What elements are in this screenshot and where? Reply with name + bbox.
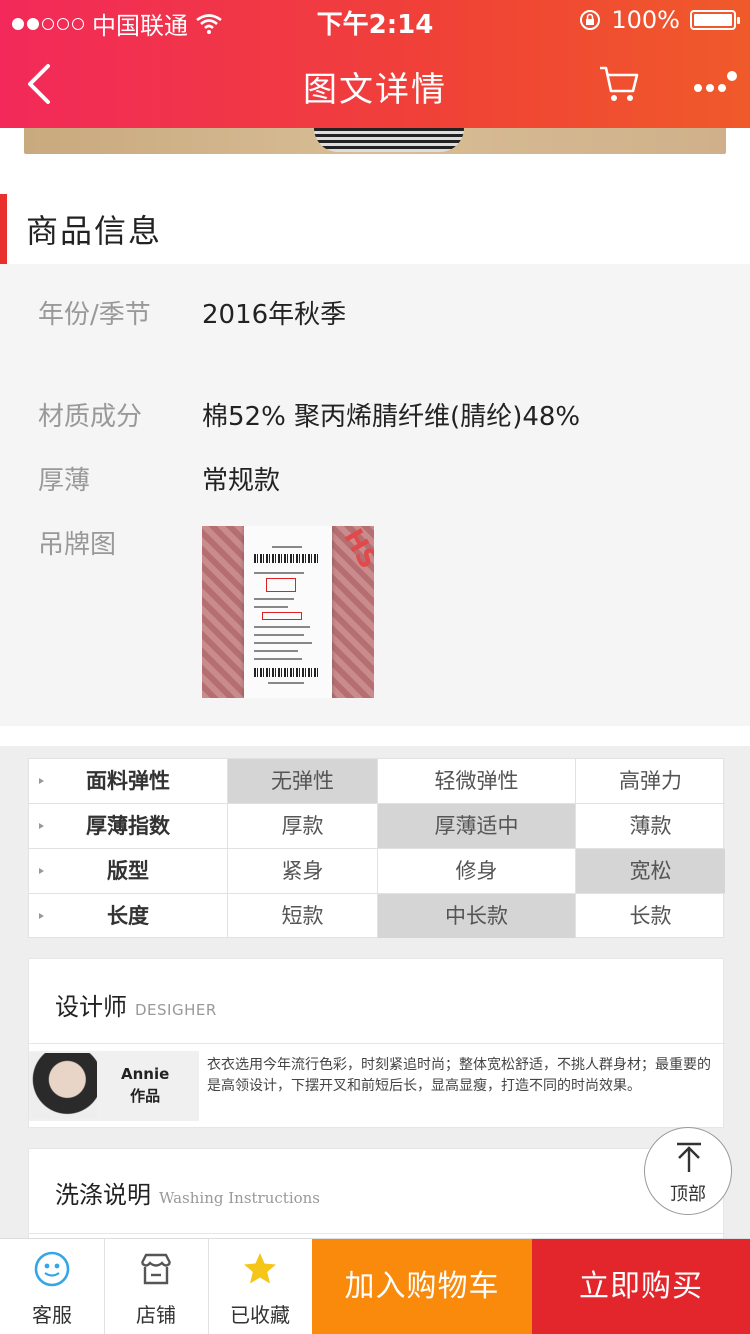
tag-brand-mark: HS — [336, 526, 374, 575]
designer-title: 设计师 — [55, 993, 127, 1021]
hang-tag-image[interactable]: HS — [202, 526, 374, 698]
add-to-cart-button[interactable]: 加入购物车 — [312, 1239, 532, 1334]
star-icon — [244, 1253, 276, 1284]
rotation-lock-icon — [580, 10, 601, 30]
arrow-up-icon — [677, 1142, 701, 1172]
info-value: 棉52% 聚丙烯腈纤维(腈纶)48% — [202, 402, 581, 432]
washing-title: 洗涤说明 — [55, 1181, 151, 1209]
tag-paper — [244, 526, 332, 698]
avatar — [31, 1053, 97, 1119]
grid-row-thickness: 厚薄指数 厚款 厚薄适中 薄款 — [29, 804, 725, 849]
grid-option: 短款 — [227, 894, 377, 938]
grid-row-elasticity: 面料弹性 无弹性 轻微弹性 高弹力 — [29, 759, 725, 804]
tab-label: 客服 — [32, 1303, 72, 1327]
washing-card: 洗涤说明 Washing Instructions — [28, 1148, 725, 1244]
designer-photo: Annie 作品 — [29, 1051, 199, 1121]
designer-description: 衣衣选用今年流行色彩，时刻紧追时尚；整体宽松舒适，不挑人群身材；最重要的是高领设… — [207, 1057, 711, 1094]
grid-option: 长款 — [575, 894, 725, 938]
grid-option-selected: 厚薄适中 — [377, 804, 575, 848]
grid-label: 长度 — [107, 904, 149, 928]
buy-now-button[interactable]: 立即购买 — [532, 1239, 750, 1334]
tab-favorited[interactable]: 已收藏 — [208, 1239, 312, 1334]
designer-subtitle: DESIGHER — [135, 1001, 217, 1019]
washing-subtitle: Washing Instructions — [159, 1189, 321, 1207]
detail-images: 面料弹性 无弹性 轻微弹性 高弹力 厚薄指数 厚款 厚薄适中 薄款 版型 紧身 … — [0, 746, 750, 1244]
grid-label: 版型 — [107, 859, 149, 883]
battery-percent: 100% — [611, 6, 680, 34]
designer-heading: 设计师 DESIGHER — [55, 987, 217, 1022]
info-key: 厚薄 — [38, 466, 91, 496]
grid-label: 厚薄指数 — [86, 814, 170, 838]
tab-customer-service[interactable]: 客服 — [0, 1239, 104, 1334]
tab-label: 店铺 — [136, 1303, 176, 1327]
status-right: 100% — [579, 6, 740, 34]
section-title: 商品信息 — [26, 212, 163, 250]
attribute-grid: 面料弹性 无弹性 轻微弹性 高弹力 厚薄指数 厚款 厚薄适中 薄款 版型 紧身 … — [28, 758, 725, 939]
designer-name-block: Annie 作品 — [121, 1063, 169, 1107]
grid-row-fit: 版型 紧身 修身 宽松 — [29, 849, 725, 894]
tab-label: 已收藏 — [230, 1303, 290, 1327]
separator-band — [0, 726, 750, 746]
washing-heading: 洗涤说明 Washing Instructions — [55, 1175, 320, 1210]
designer-card: 设计师 DESIGHER Annie 作品 衣衣选用今年流行色彩，时刻紧追时尚；整… — [28, 958, 725, 1128]
nav-bar: 图文详情 — [0, 40, 750, 128]
grid-option-selected: 无弹性 — [227, 759, 377, 803]
grid-option: 紧身 — [227, 849, 377, 893]
status-bar: 中国联通 下午2:14 100% — [0, 0, 750, 40]
tab-store[interactable]: 店铺 — [104, 1239, 208, 1334]
more-dots-icon[interactable] — [690, 70, 742, 100]
grid-option: 薄款 — [575, 804, 725, 848]
info-key: 年份/季节 — [38, 300, 151, 330]
grid-option: 轻微弹性 — [377, 759, 575, 803]
product-photo — [24, 128, 726, 154]
cart-icon[interactable] — [598, 64, 640, 104]
top-bar: 中国联通 下午2:14 100% 图文详情 — [0, 0, 750, 128]
grid-option: 修身 — [377, 849, 575, 893]
designer-name: Annie — [121, 1065, 170, 1083]
grid-option-selected: 宽松 — [575, 849, 725, 893]
section-accent-bar — [0, 194, 7, 264]
divider — [29, 1043, 725, 1044]
grid-option: 厚款 — [227, 804, 377, 848]
back-to-top-button[interactable]: 顶部 — [644, 1127, 732, 1215]
designer-works-label: 作品 — [130, 1087, 161, 1105]
battery-icon — [690, 10, 740, 30]
info-value: 常规款 — [202, 466, 281, 496]
customer-service-icon — [34, 1251, 70, 1287]
info-key: 吊牌图 — [38, 530, 117, 560]
grid-label: 面料弹性 — [86, 769, 170, 793]
grid-option-selected: 中长款 — [377, 894, 575, 938]
info-value: 2016年秋季 — [202, 300, 347, 330]
store-icon — [140, 1253, 172, 1285]
divider — [29, 1233, 725, 1234]
product-info: 年份/季节 2016年秋季 材质成分 棉52% 聚丙烯腈纤维(腈纶)48% 厚薄… — [0, 264, 750, 726]
shoe-image — [314, 128, 464, 152]
grid-option: 高弹力 — [575, 759, 725, 803]
back-to-top-label: 顶部 — [670, 1184, 706, 1205]
bottom-action-bar: 客服 店铺 已收藏 加入购物车 立即购买 — [0, 1238, 750, 1334]
info-key: 材质成分 — [38, 402, 143, 432]
grid-row-length: 长度 短款 中长款 长款 — [29, 894, 725, 939]
